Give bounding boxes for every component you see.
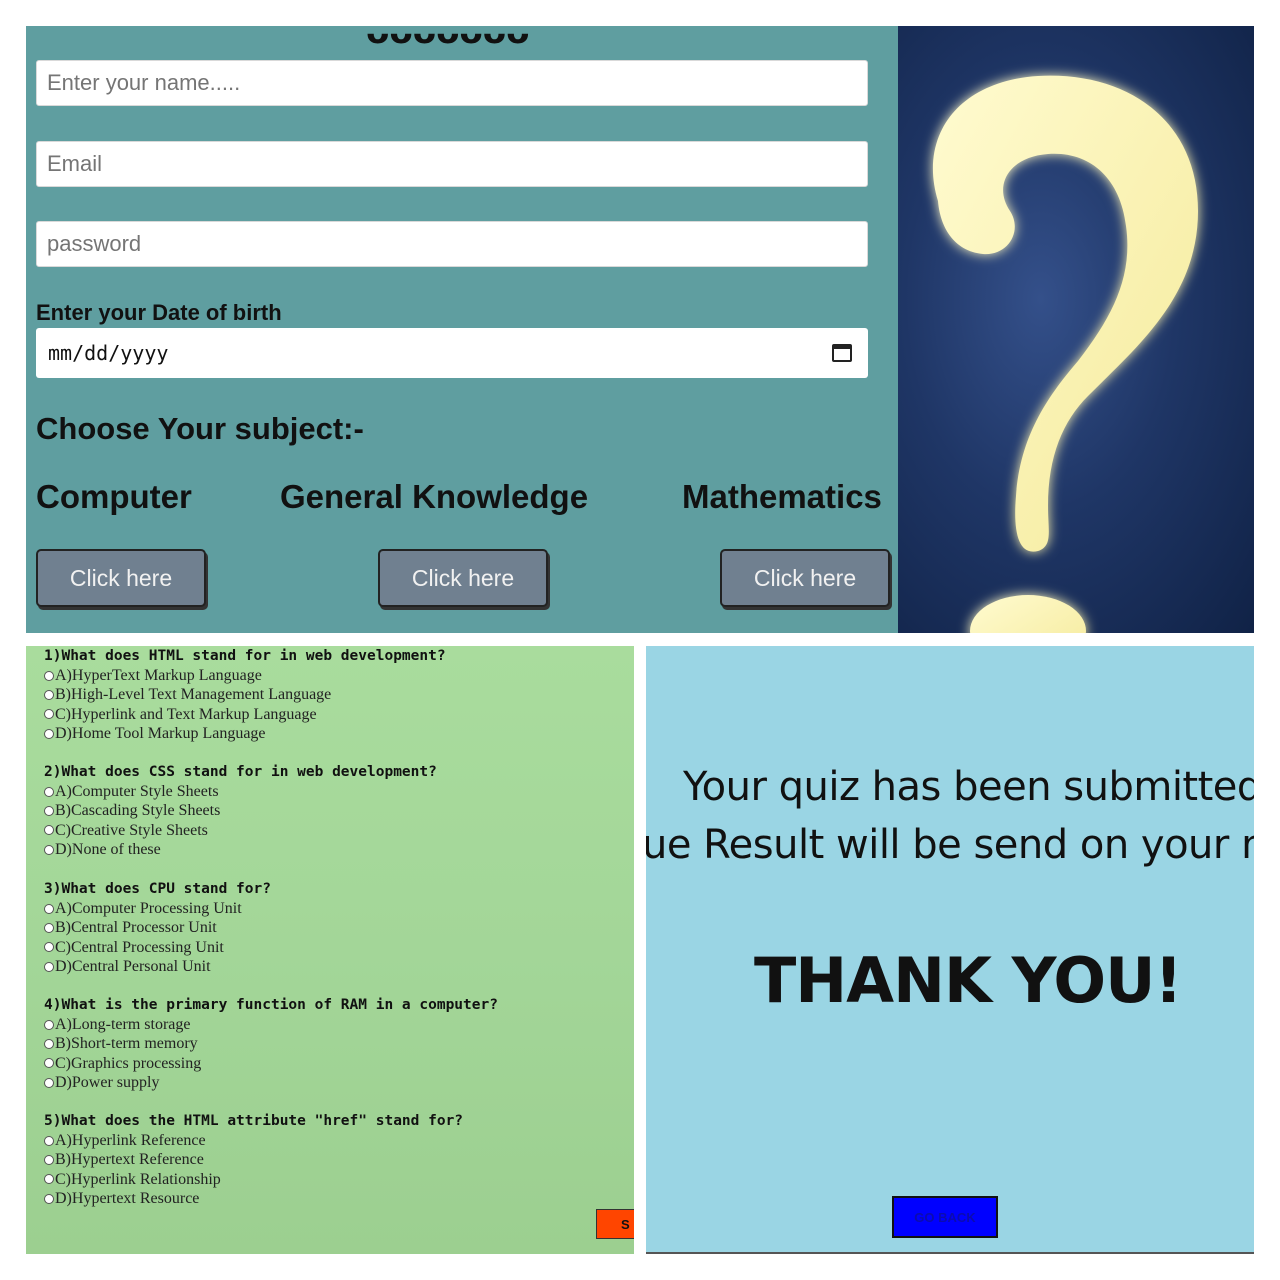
- radio-button[interactable]: [44, 1193, 54, 1204]
- result-message: ue Result will be send on your m: [646, 822, 1254, 868]
- calendar-icon[interactable]: [832, 344, 852, 362]
- option-row[interactable]: B)Short-term memory: [44, 1034, 624, 1053]
- option-row[interactable]: D)Power supply: [44, 1073, 624, 1092]
- question-text: 2)What does CSS stand for in web develop…: [44, 764, 437, 780]
- option-row[interactable]: C)Central Processing Unit: [44, 938, 624, 957]
- radio-button[interactable]: [44, 1155, 54, 1166]
- option-label: A)Computer Processing Unit: [55, 900, 242, 917]
- option-label: D)Hypertext Resource: [55, 1190, 200, 1208]
- option-row[interactable]: A)HyperText Markup Language: [44, 666, 624, 685]
- radio-button[interactable]: [44, 903, 54, 914]
- choose-subject-heading: Choose Your subject:-: [36, 411, 364, 446]
- question-text: 1)What does HTML stand for in web develo…: [44, 648, 446, 664]
- radio-button[interactable]: [44, 1077, 54, 1088]
- thank-you-panel: Your quiz has been submitted ue Result w…: [646, 646, 1254, 1254]
- radio-button[interactable]: [44, 1174, 54, 1185]
- option-row[interactable]: C)Graphics processing: [44, 1054, 624, 1073]
- question-mark-icon: [932, 75, 1198, 633]
- dob-value: mm/dd/yyyy: [48, 341, 169, 365]
- subject-general-knowledge-label: General Knowledge: [280, 478, 589, 515]
- radio-button[interactable]: [44, 1058, 54, 1069]
- submitted-message: Your quiz has been submitted: [683, 764, 1254, 810]
- radio-button[interactable]: [44, 942, 54, 953]
- radio-button[interactable]: [44, 1039, 54, 1050]
- radio-button[interactable]: [44, 786, 54, 797]
- submit-button[interactable]: S: [596, 1209, 634, 1239]
- option-label: B)Hypertext Reference: [55, 1151, 204, 1169]
- dob-input[interactable]: mm/dd/yyyy: [36, 328, 868, 378]
- option-label: C)Central Processing Unit: [55, 938, 224, 956]
- option-label: D)None of these: [55, 841, 161, 859]
- question-4: 4)What is the primary function of RAM in…: [44, 995, 624, 1093]
- option-label: B)High-Level Text Management Language: [55, 686, 332, 704]
- option-label: D)Power supply: [55, 1074, 160, 1092]
- computer-click-button[interactable]: Click here: [36, 549, 206, 607]
- option-label: B)Cascading Style Sheets: [55, 802, 221, 820]
- option-label: A)Long-term storage: [55, 1016, 191, 1033]
- radio-button[interactable]: [44, 825, 54, 836]
- radio-button[interactable]: [44, 709, 54, 720]
- signup-form-panel: ᴗᴗᴗᴗᴗᴗᴗ Enter your Date of birth mm/dd/y…: [26, 26, 898, 633]
- option-label: C)Creative Style Sheets: [55, 821, 208, 839]
- option-label: C)Hyperlink Relationship: [55, 1170, 221, 1188]
- option-label: D)Home Tool Markup Language: [55, 725, 266, 743]
- question-3: 3)What does CPU stand for? A)Computer Pr…: [44, 879, 624, 977]
- general-knowledge-click-button[interactable]: Click here: [378, 549, 548, 607]
- question-text: 3)What does CPU stand for?: [44, 881, 271, 897]
- option-label: C)Graphics processing: [55, 1054, 202, 1072]
- option-row[interactable]: D)Hypertext Resource: [44, 1189, 624, 1208]
- radio-button[interactable]: [44, 690, 54, 701]
- password-input[interactable]: [36, 221, 868, 267]
- thank-you-heading: THANK YOU!: [754, 944, 1183, 1017]
- option-row[interactable]: A)Long-term storage: [44, 1015, 624, 1034]
- option-row[interactable]: C)Hyperlink Relationship: [44, 1170, 624, 1189]
- option-row[interactable]: D)Home Tool Markup Language: [44, 724, 624, 743]
- question-1: 1)What does HTML stand for in web develo…: [44, 646, 624, 744]
- option-label: D)Central Personal Unit: [55, 958, 211, 976]
- option-row[interactable]: B)Cascading Style Sheets: [44, 801, 624, 820]
- subject-computer-label: Computer: [36, 478, 192, 515]
- question-text: 4)What is the primary function of RAM in…: [44, 997, 498, 1013]
- email-input[interactable]: [36, 141, 868, 187]
- radio-button[interactable]: [44, 844, 54, 855]
- radio-button[interactable]: [44, 1019, 54, 1030]
- go-back-button[interactable]: GO BACK: [892, 1196, 998, 1238]
- option-row[interactable]: A)Hyperlink Reference: [44, 1131, 624, 1150]
- question-5: 5)What does the HTML attribute "href" st…: [44, 1111, 624, 1209]
- option-row[interactable]: A)Computer Style Sheets: [44, 782, 624, 801]
- radio-button[interactable]: [44, 923, 54, 934]
- option-label: B)Short-term memory: [55, 1035, 198, 1053]
- quiz-panel: 1)What does HTML stand for in web develo…: [26, 646, 634, 1254]
- subject-mathematics-label: Mathematics: [682, 478, 882, 515]
- radio-button[interactable]: [44, 670, 54, 681]
- dob-label: Enter your Date of birth: [36, 300, 282, 325]
- radio-button[interactable]: [44, 961, 54, 972]
- radio-button[interactable]: [44, 728, 54, 739]
- question-text: 5)What does the HTML attribute "href" st…: [44, 1113, 464, 1129]
- option-label: A)Hyperlink Reference: [55, 1132, 206, 1149]
- option-label: C)Hyperlink and Text Markup Language: [55, 705, 317, 723]
- option-row[interactable]: D)Central Personal Unit: [44, 957, 624, 976]
- name-input[interactable]: [36, 60, 868, 106]
- option-label: B)Central Processor Unit: [55, 919, 217, 937]
- option-row[interactable]: C)Creative Style Sheets: [44, 821, 624, 840]
- option-row[interactable]: B)Central Processor Unit: [44, 918, 624, 937]
- option-row[interactable]: D)None of these: [44, 840, 624, 859]
- option-row[interactable]: A)Computer Processing Unit: [44, 899, 624, 918]
- option-row[interactable]: B)High-Level Text Management Language: [44, 685, 624, 704]
- mathematics-click-button[interactable]: Click here: [720, 549, 890, 607]
- option-row[interactable]: C)Hyperlink and Text Markup Language: [44, 705, 624, 724]
- question-2: 2)What does CSS stand for in web develop…: [44, 762, 624, 860]
- option-row[interactable]: B)Hypertext Reference: [44, 1150, 624, 1169]
- option-label: A)HyperText Markup Language: [55, 667, 262, 684]
- form-title-fragment: ᴗᴗᴗᴗᴗᴗᴗ: [366, 26, 530, 52]
- option-label: A)Computer Style Sheets: [55, 783, 219, 800]
- radio-button[interactable]: [44, 1135, 54, 1146]
- radio-button[interactable]: [44, 806, 54, 817]
- question-mark-image: [898, 26, 1254, 633]
